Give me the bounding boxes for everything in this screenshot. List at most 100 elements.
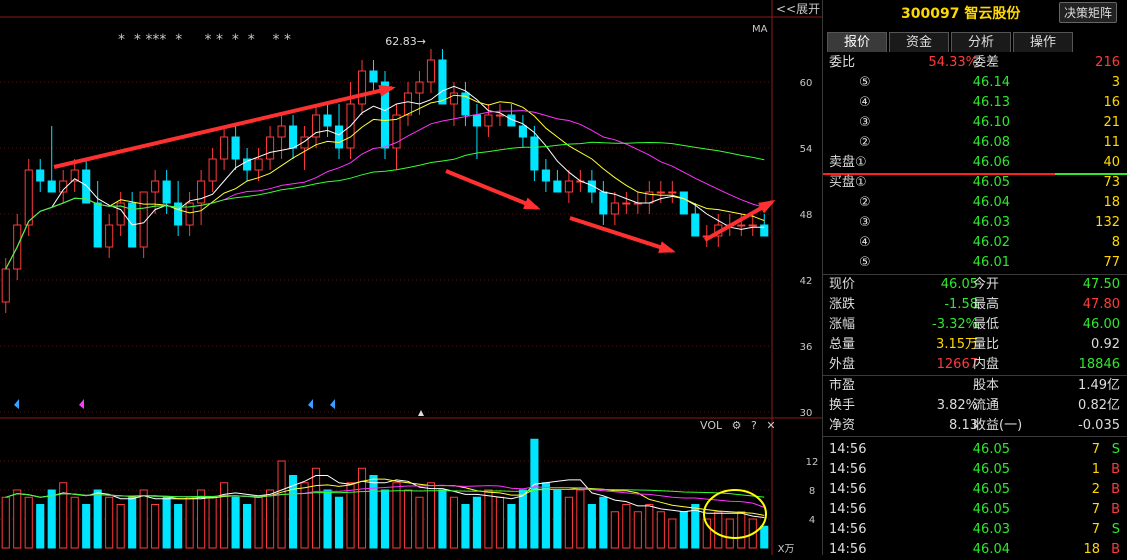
tick-price: 46.05 — [972, 442, 1010, 457]
kline-chart[interactable]: 60 54 48 42 36 30 62.83→ 12 8 4 X万 — [0, 0, 822, 555]
fundamental-row: 换手 3.82% 流通 0.82亿 — [823, 396, 1127, 416]
stat-label: 总量 — [829, 337, 856, 352]
bid-price: 46.01 — [972, 255, 1010, 270]
volume-bar — [599, 496, 608, 549]
candle-body — [518, 125, 527, 138]
volume-bar — [334, 496, 344, 549]
expand-button[interactable]: <<展开 — [776, 0, 820, 17]
tick-price: 46.05 — [972, 502, 1010, 517]
vol-tick-label: 8 — [809, 486, 815, 497]
fundamental-label: 收益(一) — [973, 418, 1023, 433]
volume-bar — [369, 475, 378, 549]
bid-level: ④ — [859, 235, 871, 250]
candle-body — [495, 114, 504, 117]
bid-volume: 8 — [1111, 235, 1120, 250]
price-tick-label: 48 — [800, 210, 813, 221]
stat-label: 涨幅 — [829, 317, 856, 332]
gear-icon[interactable]: ⚙ — [732, 419, 742, 432]
volume-bar — [760, 525, 769, 549]
candle-body — [174, 202, 183, 226]
volume-bar — [737, 511, 746, 549]
bid-price: 46.04 — [972, 195, 1010, 210]
tick-side: S — [1111, 442, 1120, 457]
volume-bar — [231, 496, 240, 549]
close-icon[interactable]: ✕ — [766, 419, 775, 432]
tick-price: 46.04 — [972, 542, 1010, 557]
volume-bar — [105, 496, 114, 549]
event-markers[interactable]: * * *** * * * * * * * — [118, 32, 291, 48]
volume-bar — [438, 489, 447, 549]
tab-funds[interactable]: 资金 — [889, 32, 949, 52]
kline-chart-area[interactable]: 60 54 48 42 36 30 62.83→ 12 8 4 X万 <<展开 MA * * ***… — [0, 0, 822, 555]
candle-body — [1, 268, 10, 303]
candle-body — [162, 180, 171, 204]
bid-volume: 18 — [1103, 195, 1120, 210]
fundamental-label: 净资 — [829, 418, 856, 433]
ask-row: ⑤ 46.14 3 — [823, 73, 1127, 93]
panel-header: 300097 智云股份 决策矩阵 — [823, 0, 1127, 24]
bid-price: 46.02 — [972, 235, 1010, 250]
weibi-row: 委比 54.33% 委差 216 — [823, 53, 1127, 73]
tab-quote[interactable]: 报价 — [827, 32, 887, 52]
price-tick-label: 60 — [800, 78, 813, 89]
candle-body — [656, 191, 665, 194]
bid-volume: 77 — [1103, 255, 1120, 270]
weicha-value: 216 — [1095, 55, 1120, 70]
candle-body — [357, 70, 367, 105]
volume-bar — [208, 496, 217, 549]
bid-price: 46.03 — [972, 215, 1010, 230]
ask-row: ③ 46.10 21 — [823, 113, 1127, 133]
candle-body — [254, 158, 263, 171]
volume-bar — [254, 496, 263, 549]
tick-volume: 7 — [1091, 442, 1100, 457]
tick-side: B — [1111, 462, 1120, 477]
fundamental-value: -0.035 — [1078, 418, 1120, 433]
candle-body — [208, 158, 217, 182]
current-marker — [418, 410, 424, 416]
ask-volume: 21 — [1103, 115, 1120, 130]
tab-analysis[interactable]: 分析 — [951, 32, 1011, 52]
candle-body — [438, 59, 447, 105]
bid-row: ④ 46.02 8 — [823, 233, 1127, 253]
stat-label: 最低 — [973, 317, 1000, 332]
arrow-head — [758, 200, 776, 214]
candle-body — [415, 81, 424, 94]
volume-bar — [323, 489, 332, 549]
fundamental-value: 3.82% — [936, 398, 978, 413]
candle-body — [231, 136, 240, 160]
volume-bar — [311, 467, 321, 549]
tick-price: 46.03 — [972, 522, 1010, 537]
candle-body — [151, 180, 160, 193]
candle-body — [82, 169, 91, 204]
weibi-value: 54.33% — [928, 55, 978, 70]
tick-row: 14:56 46.05 1 B — [823, 460, 1127, 480]
stat-label: 涨跌 — [829, 297, 856, 312]
tab-operate[interactable]: 操作 — [1013, 32, 1073, 52]
tick-row: 14:56 46.05 7 B — [823, 500, 1127, 520]
volume-bar — [679, 511, 688, 549]
candle-body — [599, 191, 608, 215]
volume-bar — [622, 504, 631, 549]
vol-label[interactable]: VOL — [700, 419, 722, 432]
bid-volume: 132 — [1095, 215, 1120, 230]
volume-bar — [82, 504, 91, 549]
candle-body — [197, 180, 206, 204]
volume-bar — [564, 496, 573, 549]
candle-body — [449, 92, 459, 105]
vol-tick-label: 4 — [809, 515, 815, 526]
stat-label: 量比 — [973, 337, 1000, 352]
help-icon[interactable]: ? — [751, 419, 757, 432]
volume-bar — [530, 438, 539, 549]
volume-bar — [128, 496, 137, 549]
tick-row: 14:56 46.04 18 B — [823, 540, 1127, 560]
volume-bar — [357, 467, 367, 549]
volume-bar — [668, 518, 677, 549]
volume-bar — [403, 489, 413, 549]
decision-matrix-button[interactable]: 决策矩阵 — [1058, 2, 1117, 23]
ask-level: ⑤ — [859, 75, 871, 90]
tick-volume: 1 — [1091, 462, 1100, 477]
tick-time: 14:56 — [829, 542, 867, 557]
tick-row: 14:56 46.05 2 B — [823, 480, 1127, 500]
stat-value: 18846 — [1078, 357, 1120, 372]
volume-bar — [151, 504, 160, 549]
